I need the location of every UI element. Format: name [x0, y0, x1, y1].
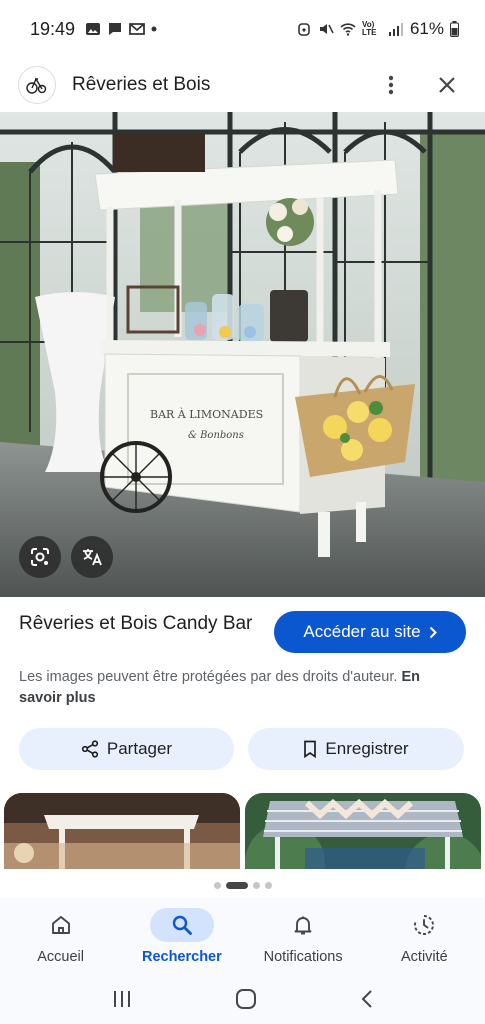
bookmark-icon: [304, 740, 317, 758]
nav-label-home: Accueil: [37, 949, 84, 965]
nav-item-home[interactable]: Accueil: [0, 898, 121, 978]
share-icon: [81, 740, 98, 758]
home-icon: [51, 916, 70, 934]
message-icon: [109, 23, 122, 35]
pager-dot: [252, 882, 260, 889]
pager-dot: [264, 882, 272, 889]
result-title: Rêveries et Bois Candy Bar: [19, 613, 253, 634]
nav-label-search: Rechercher: [141, 949, 222, 965]
related-image[interactable]: [245, 793, 481, 869]
save-label: Enregistrer: [325, 739, 409, 758]
copyright-notice: Les images peuvent être protégées par de…: [19, 667, 459, 709]
main-image[interactable]: BAR À LIMONADES & Bonbons: [0, 112, 485, 597]
dot-icon: [151, 26, 157, 32]
related-images: [0, 793, 485, 869]
save-button[interactable]: Enregistrer: [248, 728, 464, 770]
more-options-button[interactable]: [371, 65, 411, 105]
status-time: 19:49: [30, 18, 76, 39]
home-circle-icon: [235, 988, 256, 1009]
pager-dots: [0, 882, 485, 889]
recent-apps-button[interactable]: [112, 990, 132, 1013]
page-title: Rêveries et Bois: [72, 74, 211, 95]
back-icon: [361, 989, 372, 1008]
bell-icon: [294, 916, 312, 935]
site-logo[interactable]: [18, 66, 56, 104]
app-header: Rêveries et Bois: [0, 58, 485, 112]
home-system-button[interactable]: [235, 988, 257, 1015]
copyright-text: Les images peuvent être protégées par de…: [19, 669, 398, 685]
chevron-right-icon: [429, 626, 437, 638]
bottom-nav: Accueil Rechercher Notifications Activit…: [0, 898, 485, 978]
signal-icon: [388, 23, 403, 36]
related-image[interactable]: [4, 793, 240, 869]
nav-item-notifications[interactable]: Notifications: [243, 898, 364, 978]
status-bar: 19:49 Vo) LTE 61%: [0, 0, 485, 58]
cart-sign-line2: & Bonbons: [188, 430, 244, 441]
translate-button[interactable]: [71, 536, 113, 578]
search-icon: [172, 915, 192, 935]
translate-icon: [83, 549, 102, 566]
lens-icon: [31, 548, 49, 566]
lens-search-button[interactable]: [19, 536, 61, 578]
battery-icon: [450, 21, 459, 37]
system-nav-bar: [0, 978, 485, 1024]
nav-label-notifications: Notifications: [263, 949, 343, 965]
activity-icon: [414, 915, 435, 935]
visit-site-label: Accéder au site: [303, 622, 421, 641]
battery-percent: 61%: [409, 19, 444, 38]
nav-item-search[interactable]: Rechercher: [121, 898, 242, 978]
cart-sign-line1: BAR À LIMONADES: [150, 407, 263, 421]
pager-dot: [213, 882, 221, 889]
gallery-icon: [86, 23, 101, 35]
nav-item-activity[interactable]: Activité: [364, 898, 485, 978]
share-button[interactable]: Partager: [19, 728, 234, 770]
wifi-icon: [340, 23, 356, 36]
candy-cart-photo: BAR À LIMONADES & Bonbons: [0, 112, 485, 597]
nav-label-activity: Activité: [401, 949, 448, 965]
share-label: Partager: [106, 739, 173, 758]
more-vert-icon: [388, 75, 394, 95]
visit-site-button[interactable]: Accéder au site: [274, 611, 466, 653]
network-label: Vo) LTE: [361, 20, 377, 37]
mute-icon: [319, 24, 334, 34]
gmail-icon: [129, 23, 145, 35]
bicycle-logo-icon: [26, 77, 47, 94]
alarm-icon: [298, 23, 310, 36]
pager-dot-active: [225, 882, 248, 889]
recent-apps-icon: [113, 990, 130, 1007]
close-icon: [439, 77, 455, 93]
back-button[interactable]: [360, 989, 374, 1014]
close-button[interactable]: [427, 65, 467, 105]
